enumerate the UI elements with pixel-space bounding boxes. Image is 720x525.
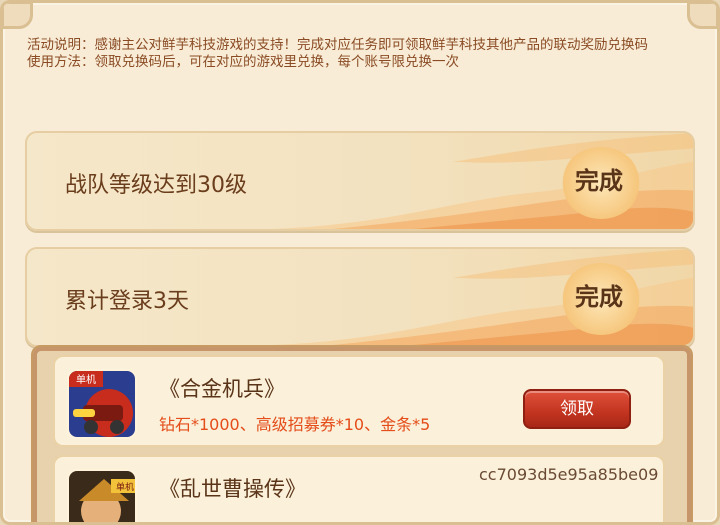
event-description-text: 活动说明：感谢主公对鲜芋科技游戏的支持！完成对应任务即可领取鲜芋科技其他产品的联… bbox=[27, 37, 648, 53]
task-status-complete: 完成 bbox=[575, 167, 623, 195]
task-status-complete: 完成 bbox=[575, 283, 623, 311]
warrior-game-icon: 单机 bbox=[67, 469, 137, 522]
game-title: 《合金机兵》 bbox=[159, 377, 285, 401]
reward-card-hejin-jibing: 单机 《合金机兵》 钻石*1000、高级招募券*10、金条*5 领取 bbox=[53, 355, 665, 447]
panel-corner-right bbox=[687, 3, 717, 29]
game-title: 《乱世曹操传》 bbox=[159, 477, 306, 501]
task-card-login-days: 累计登录3天 完成 bbox=[25, 247, 695, 347]
reward-card-luanshi-caocao: 单机 《乱世曹操传》 cc7093d5e95a85be09 bbox=[53, 455, 665, 522]
panel-corner-left bbox=[3, 3, 33, 29]
mecha-tank-game-icon: 单机 bbox=[67, 369, 137, 439]
task-card-team-level: 战队等级达到30级 完成 bbox=[25, 131, 695, 231]
claim-button[interactable]: 领取 bbox=[523, 389, 631, 429]
usage-instructions-text: 使用方法：领取兑换码后，可在对应的游戏里兑换，每个账号限兑换一次 bbox=[27, 54, 459, 70]
task-label: 战队等级达到30级 bbox=[65, 173, 247, 198]
reward-items: 钻石*1000、高级招募券*10、金条*5 bbox=[159, 415, 431, 434]
redeem-code[interactable]: cc7093d5e95a85be09 bbox=[479, 465, 658, 484]
event-panel: 活动说明：感谢主公对鲜芋科技游戏的支持！完成对应任务即可领取鲜芋科技其他产品的联… bbox=[0, 0, 720, 525]
event-description: 活动说明：感谢主公对鲜芋科技游戏的支持！完成对应任务即可领取鲜芋科技其他产品的联… bbox=[27, 37, 707, 71]
offline-badge: 单机 bbox=[76, 373, 96, 386]
task-label: 累计登录3天 bbox=[65, 289, 189, 314]
offline-badge: 单机 bbox=[116, 481, 134, 493]
